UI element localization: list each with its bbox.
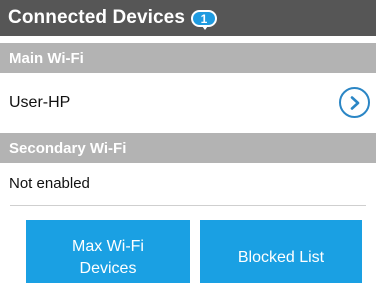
blocked-list-button[interactable]: Blocked List (200, 220, 362, 283)
divider (10, 205, 366, 206)
chevron-right-icon[interactable] (339, 87, 370, 118)
section-header-main-wifi: Main Wi-Fi (0, 43, 376, 73)
chevron-right-glyph (350, 95, 359, 110)
secondary-wifi-status: Not enabled (9, 175, 90, 192)
device-row[interactable]: User-HP (0, 73, 376, 133)
section-header-secondary-wifi: Secondary Wi-Fi (0, 133, 376, 163)
max-wifi-devices-button[interactable]: Max Wi-Fi Devices (26, 220, 190, 283)
page-title: Connected Devices (8, 7, 185, 28)
section-title-main-wifi: Main Wi-Fi (9, 49, 84, 67)
device-count-badge: 1 (191, 10, 217, 30)
section-title-secondary-wifi: Secondary Wi-Fi (9, 139, 127, 157)
header-bar: Connected Devices 1 (0, 0, 376, 36)
device-name: User-HP (9, 94, 71, 111)
